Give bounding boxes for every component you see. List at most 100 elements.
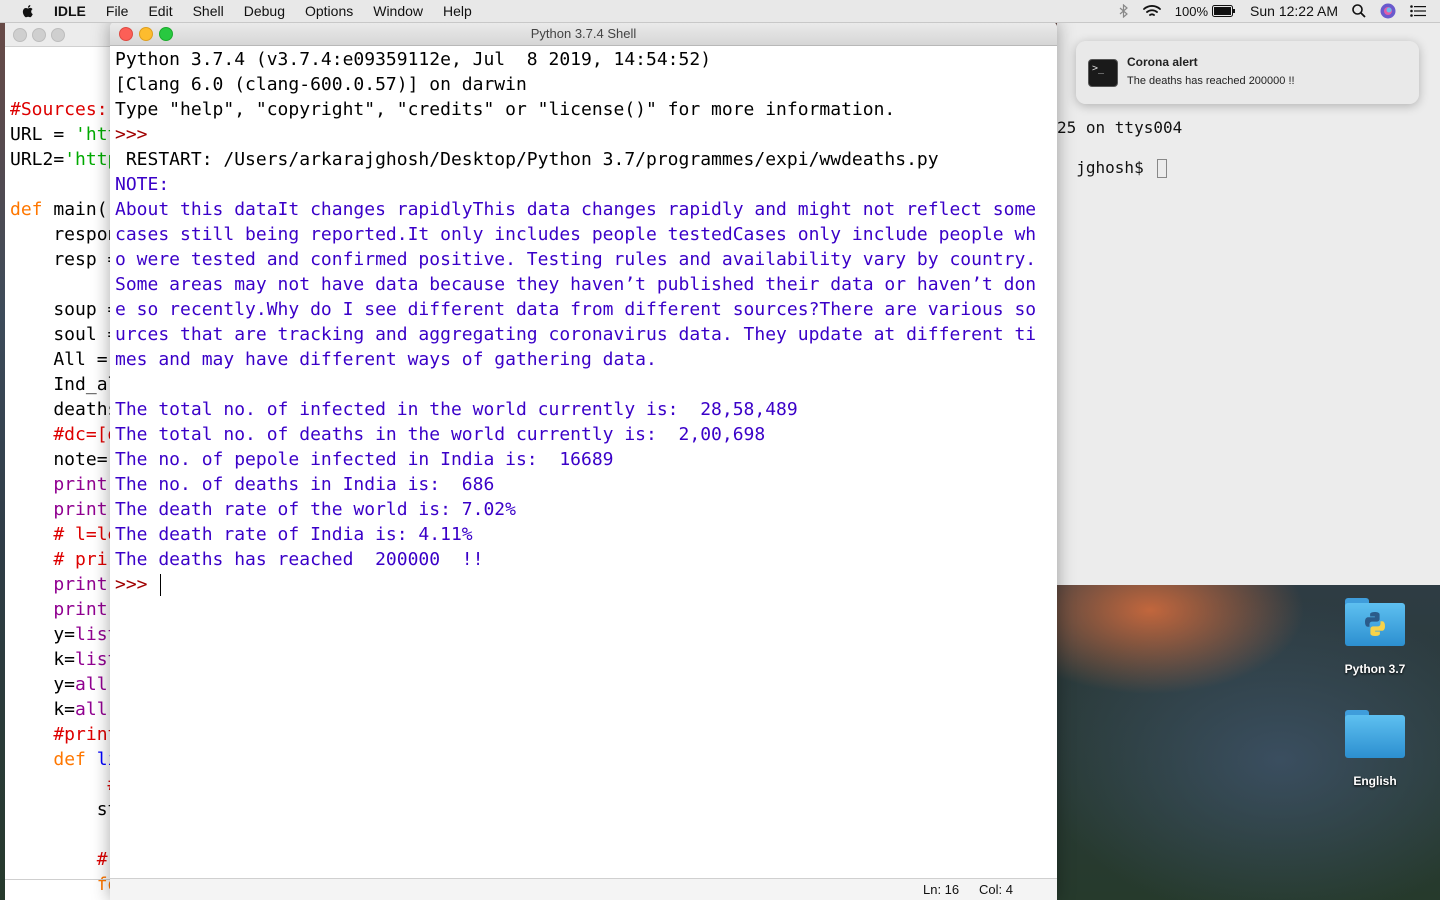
- editor-close-button[interactable]: [13, 28, 27, 42]
- menu-app-name[interactable]: IDLE: [54, 3, 86, 19]
- shell-line: NOTE:: [115, 172, 1045, 197]
- shell-line-text: The death rate of the world is: 7.02%: [115, 499, 516, 520]
- shell-line-text: cases still being reported.It only inclu…: [115, 224, 1037, 245]
- shell-line: The total no. of deaths in the world cur…: [115, 422, 1045, 447]
- status-line-number: Ln: 16: [923, 882, 960, 897]
- shell-line-text: The total no. of deaths in the world cur…: [115, 424, 766, 445]
- code-line: print: [10, 472, 118, 497]
- menu-shell[interactable]: Shell: [193, 3, 224, 19]
- code-line: URL2='http: [10, 147, 118, 172]
- menu-file[interactable]: File: [106, 3, 129, 19]
- code-token: deaths: [10, 399, 119, 420]
- menu-debug[interactable]: Debug: [244, 3, 285, 19]
- shell-line: RESTART: /Users/arkarajghosh/Desktop/Pyt…: [115, 147, 1045, 172]
- shell-line: The deaths has reached 200000 !!: [115, 547, 1045, 572]
- code-token: respon: [10, 224, 119, 245]
- editor-minimize-button[interactable]: [32, 28, 46, 42]
- shell-line-text: The death rate of India is: 4.11%: [115, 524, 473, 545]
- shell-line-text: The no. of pepole infected in India is: …: [115, 449, 614, 470]
- code-line: URL = 'htt: [10, 122, 118, 147]
- shell-output[interactable]: Python 3.7.4 (v3.7.4:e09359112e, Jul 8 2…: [115, 47, 1045, 597]
- shell-line-text: NOTE:: [115, 174, 170, 195]
- code-token: main(): [42, 199, 119, 220]
- code-line: y=list: [10, 622, 118, 647]
- shell-line-text: Some areas may not have data because the…: [115, 274, 1037, 295]
- code-token: #: [10, 849, 108, 870]
- code-line: print: [10, 597, 118, 622]
- menu-options[interactable]: Options: [305, 3, 353, 19]
- battery-percent: 100%: [1174, 3, 1209, 19]
- code-token: print: [53, 474, 108, 495]
- menu-window[interactable]: Window: [373, 3, 423, 19]
- shell-line-text: Type "help", "copyright", "credits" or "…: [115, 99, 896, 120]
- desktop-icon-python[interactable]: Python 3.7: [1320, 598, 1430, 676]
- code-line: note=: [10, 447, 118, 472]
- code-token: All =: [10, 349, 108, 370]
- shell-line: The no. of deaths in India is: 686: [115, 472, 1045, 497]
- shell-prompt: >>>: [115, 124, 159, 145]
- desktop-icon-label: English: [1353, 774, 1397, 788]
- menu-clock[interactable]: Sun 12:22 AM: [1250, 3, 1338, 19]
- menu-edit[interactable]: Edit: [148, 3, 172, 19]
- code-line: #: [10, 772, 119, 797]
- search-icon[interactable]: [1352, 4, 1366, 18]
- code-token: print: [53, 574, 108, 595]
- code-line: deaths: [10, 397, 118, 422]
- window-title: Python 3.7.4 Shell: [530, 26, 637, 41]
- terminal-cursor: [1157, 158, 1168, 178]
- code-line: #Sources:(: [10, 97, 118, 122]
- code-token: #: [10, 774, 119, 795]
- shell-prompt: >>>: [115, 574, 159, 595]
- desktop-icon-english[interactable]: English: [1320, 710, 1430, 788]
- shell-line: urces that are tracking and aggregating …: [115, 322, 1045, 347]
- editor-zoom-button[interactable]: [51, 28, 65, 42]
- shell-line: The death rate of India is: 4.11%: [115, 522, 1045, 547]
- code-token: y=: [10, 674, 76, 695]
- code-line: # pri: [10, 547, 118, 572]
- shell-line: About this dataIt changes rapidlyThis da…: [115, 197, 1045, 222]
- apple-icon[interactable]: [20, 3, 36, 19]
- shell-titlebar[interactable]: Python 3.7.4 Shell: [110, 22, 1057, 46]
- shell-line-text: The no. of deaths in India is: 686: [115, 474, 495, 495]
- code-token: #dc=[d: [10, 424, 119, 445]
- battery-icon[interactable]: [1212, 5, 1236, 17]
- code-line: Ind_al: [10, 372, 118, 397]
- notification-banner[interactable]: Corona alert The deaths has reached 2000…: [1076, 41, 1419, 104]
- python-folder-icon: [1345, 598, 1405, 646]
- code-line: def li: [10, 747, 118, 772]
- shell-line-text: The total no. of infected in the world c…: [115, 399, 798, 420]
- code-token: k=: [10, 649, 76, 670]
- status-column-number: Col: 4: [979, 882, 1013, 897]
- wifi-icon[interactable]: [1142, 4, 1161, 18]
- shell-line: Type "help", "copyright", "credits" or "…: [115, 97, 1045, 122]
- code-line: #print: [10, 722, 118, 747]
- siri-icon[interactable]: [1380, 3, 1396, 19]
- code-token: #print: [10, 724, 119, 745]
- menu-help[interactable]: Help: [443, 3, 472, 19]
- menu-bar: IDLE File Edit Shell Debug Options Windo…: [0, 0, 1440, 23]
- shell-line-text: e so recently.Why do I see different dat…: [115, 299, 1037, 320]
- notification-center-icon[interactable]: [1410, 5, 1426, 17]
- code-line: st: [10, 797, 119, 822]
- code-token: y=: [10, 624, 76, 645]
- shell-line: >>>: [115, 122, 1045, 147]
- code-line: respon: [10, 222, 118, 247]
- desktop-icon-label: Python 3.7: [1344, 662, 1406, 676]
- shell-line: cases still being reported.It only inclu…: [115, 222, 1045, 247]
- shell-line-text: o were tested and confirmed positive. Te…: [115, 249, 1037, 270]
- editor-code[interactable]: #Sources:(URL = 'htt URL2='http def main()…: [10, 72, 118, 897]
- code-token: st: [10, 799, 119, 820]
- code-line: #dc=[d: [10, 422, 118, 447]
- python-shell-window[interactable]: Python 3.7.4 Shell Python 3.7.4 (v3.7.4:…: [110, 22, 1057, 900]
- text-cursor: [160, 574, 162, 596]
- bluetooth-icon[interactable]: [1119, 4, 1129, 18]
- code-token: soul =: [10, 324, 119, 345]
